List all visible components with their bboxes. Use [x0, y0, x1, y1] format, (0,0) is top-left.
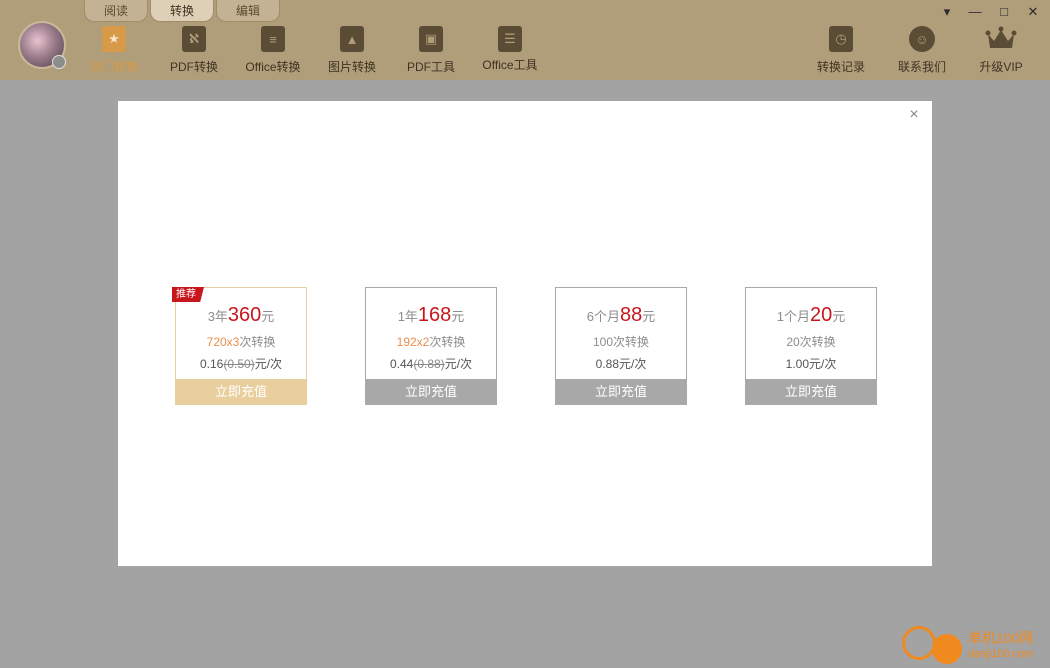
pdf-icon: ℵ: [182, 26, 206, 52]
nav-history[interactable]: ◷ 转换记录: [802, 26, 880, 78]
maximize-icon[interactable]: □: [994, 4, 1014, 20]
nav-pdf-convert[interactable]: ℵ PDF转换: [155, 26, 233, 78]
star-icon: ★: [102, 26, 126, 52]
site-watermark: 单机100网 danji100.com: [902, 626, 1050, 668]
plan-unit-price: 0.16(0.50)元/次: [199, 357, 283, 371]
plan-card-3-year[interactable]: 推荐 3年360元 720x3次转换 0.16(0.50)元/次 立即充值: [172, 287, 307, 405]
tab-edit[interactable]: 编辑: [216, 0, 280, 22]
plan-count: 100次转换: [592, 335, 650, 349]
watermark-url: danji100.com: [968, 648, 1034, 660]
recharge-button[interactable]: 立即充值: [366, 379, 496, 404]
nav-image-convert[interactable]: ▲ 图片转换: [313, 26, 391, 78]
menu-dropdown-icon[interactable]: ▾: [937, 4, 957, 20]
watermark-text: 单机100网: [968, 630, 1034, 646]
nav-office-convert[interactable]: ≡ Office转换: [234, 26, 312, 78]
briefcase-icon: ☰: [498, 26, 522, 52]
plan-card-1-month[interactable]: 1个月20元 20次转换 1.00元/次 立即充值: [745, 287, 877, 405]
plan-card-1-year[interactable]: 1年168元 192x2次转换 0.44(0.88)元/次 立即充值: [365, 287, 497, 405]
nav-pdf-convert-label: PDF转换: [169, 60, 218, 74]
recharge-dialog: × 推荐 3年360元 720x3次转换 0.16(0.50)元/次 立即充值 …: [118, 101, 932, 566]
document-icon: ≡: [261, 26, 285, 52]
nav-office-convert-label: Office转换: [245, 60, 301, 74]
plan-count: 720x3次转换: [206, 335, 276, 349]
nav-contact[interactable]: ☺ 联系我们: [883, 26, 961, 78]
plan-price: 1个月20元: [776, 304, 846, 326]
recharge-button[interactable]: 立即充值: [176, 379, 306, 404]
plan-count: 192x2次转换: [396, 335, 466, 349]
plan-card-6-month[interactable]: 6个月88元 100次转换 0.88元/次 立即充值: [555, 287, 687, 405]
nav-contact-label: 联系我们: [897, 60, 946, 74]
plan-unit-price: 1.00元/次: [785, 357, 837, 371]
image-icon: ▲: [340, 26, 364, 52]
window-close-icon[interactable]: ✕: [1023, 4, 1043, 20]
plan-unit-price: 0.44(0.88)元/次: [389, 357, 473, 371]
recharge-button[interactable]: 立即充值: [556, 379, 686, 404]
nav-upgrade-vip-label: 升级VIP: [979, 60, 1023, 74]
crown-icon: [985, 26, 1017, 52]
plan-price: 3年360元: [207, 304, 275, 326]
recommend-badge: 推荐: [172, 287, 204, 302]
nav-pdf-tools-label: PDF工具: [406, 60, 455, 74]
plan-unit-price: 0.88元/次: [595, 357, 647, 371]
top-toolbar: 阅读 转换 编辑 ★ 热门转换 ℵ PDF转换 ≡ Office转换 ▲ 图片转…: [0, 0, 1050, 80]
recharge-button[interactable]: 立即充值: [746, 379, 876, 404]
minimize-icon[interactable]: —: [965, 4, 985, 20]
tab-convert[interactable]: 转换: [150, 0, 214, 22]
tab-read[interactable]: 阅读: [84, 0, 148, 22]
plan-price: 1年168元: [397, 304, 465, 326]
nav-office-tools-label: Office工具: [482, 58, 538, 72]
nav-pdf-tools[interactable]: ▣ PDF工具: [392, 26, 470, 78]
plan-price: 6个月88元: [586, 304, 656, 326]
avatar-status-icon: [52, 55, 66, 69]
watermark-logo-icon: [902, 626, 936, 660]
mode-tabs: 阅读 转换 编辑: [84, 0, 282, 22]
nav-upgrade-vip[interactable]: 升级VIP: [962, 26, 1040, 78]
nav-image-convert-label: 图片转换: [327, 60, 376, 74]
toolbox-icon: ▣: [419, 26, 443, 52]
nav-hot-convert-label: 热门转换: [89, 60, 138, 74]
watermark-logo-dot-icon: [932, 634, 962, 664]
history-icon: ◷: [829, 26, 853, 52]
nav-hot-convert[interactable]: ★ 热门转换: [75, 26, 153, 78]
dialog-close-icon[interactable]: ×: [906, 107, 922, 123]
headset-icon: ☺: [909, 26, 935, 52]
plan-count: 20次转换: [786, 335, 836, 349]
nav-office-tools[interactable]: ☰ Office工具: [471, 26, 549, 78]
nav-history-label: 转换记录: [816, 60, 865, 74]
